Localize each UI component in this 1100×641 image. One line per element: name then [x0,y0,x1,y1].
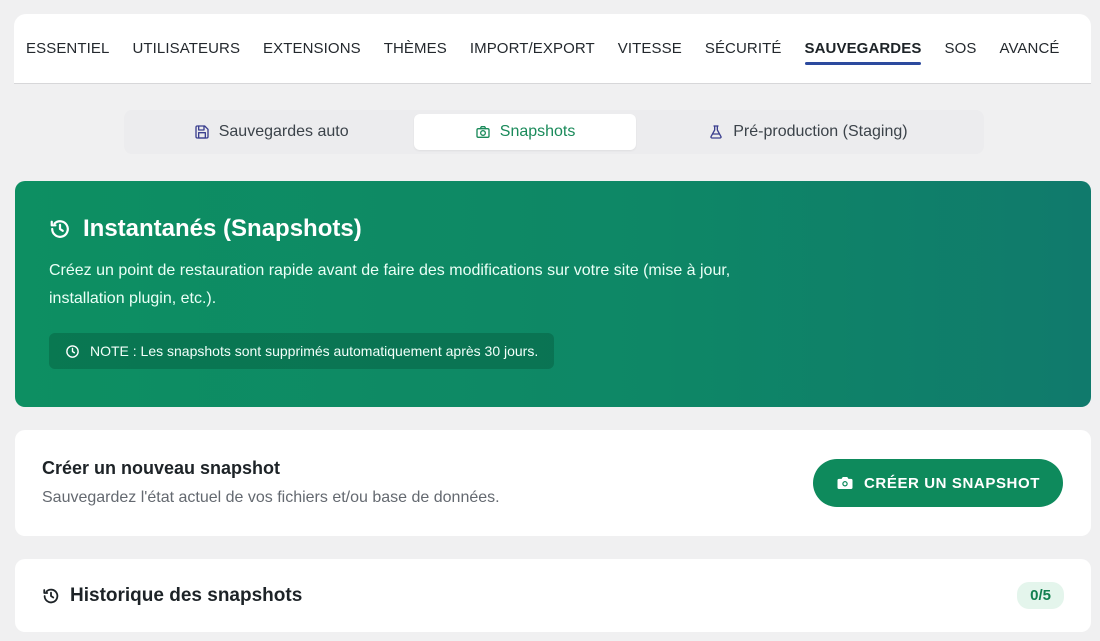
nav-tab-sauvegardes[interactable]: SAUVEGARDES [804,14,922,84]
history-icon [50,220,69,238]
floppy-disk-icon [195,125,209,139]
nav-tab-themes[interactable]: THÈMES [384,14,447,84]
nav-tab-extensions[interactable]: EXTENSIONS [263,14,361,84]
subtab-snapshots[interactable]: Snapshots [414,114,636,150]
flask-icon [710,125,722,139]
create-snapshot-card: Créer un nouveau snapshot Sauvegardez l'… [15,430,1091,536]
subtab-label: Snapshots [499,123,576,140]
subtab-label: Pré-production (Staging) [733,123,908,140]
subtab-label: Sauvegardes auto [218,123,349,140]
nav-tab-import-export[interactable]: IMPORT/EXPORT [470,14,595,84]
snapshots-info-banner: Instantanés (Snapshots) Créez un point d… [15,181,1091,407]
top-navigation: ESSENTIEL UTILISATEURS EXTENSIONS THÈMES… [14,14,1091,84]
nav-tab-vitesse[interactable]: VITESSE [618,14,682,84]
nav-tab-utilisateurs[interactable]: UTILISATEURS [132,14,240,84]
history-title: Historique des snapshots [70,584,303,606]
subtab-staging[interactable]: Pré-production (Staging) [636,114,980,150]
snapshot-history-card: Historique des snapshots 0/5 [15,559,1091,632]
camera-icon [476,126,490,138]
camera-icon [837,477,853,489]
snapshot-count-badge: 0/5 [1017,582,1064,609]
nav-tab-securite[interactable]: SÉCURITÉ [705,14,782,84]
history-icon [43,588,59,603]
nav-tab-sos[interactable]: SOS [944,14,976,84]
backup-subtabs: Sauvegardes auto Snapshots Pré-productio… [124,110,984,154]
banner-title-row: Instantanés (Snapshots) [49,215,1057,243]
retention-note-text: NOTE : Les snapshots sont supprimés auto… [90,343,539,359]
subtab-sauvegardes-auto[interactable]: Sauvegardes auto [128,114,414,150]
nav-tab-essentiel[interactable]: ESSENTIEL [26,14,109,84]
history-title-row: Historique des snapshots [42,585,302,607]
nav-tab-avance[interactable]: AVANCÉ [999,14,1059,84]
create-snapshot-button[interactable]: CRÉER UN SNAPSHOT [813,459,1063,507]
banner-title: Instantanés (Snapshots) [83,215,362,242]
create-snapshot-button-label: CRÉER UN SNAPSHOT [863,474,1041,492]
banner-description: Créez un point de restauration rapide av… [49,262,731,307]
clock-icon [66,344,79,358]
retention-note: NOTE : Les snapshots sont supprimés auto… [49,333,555,369]
